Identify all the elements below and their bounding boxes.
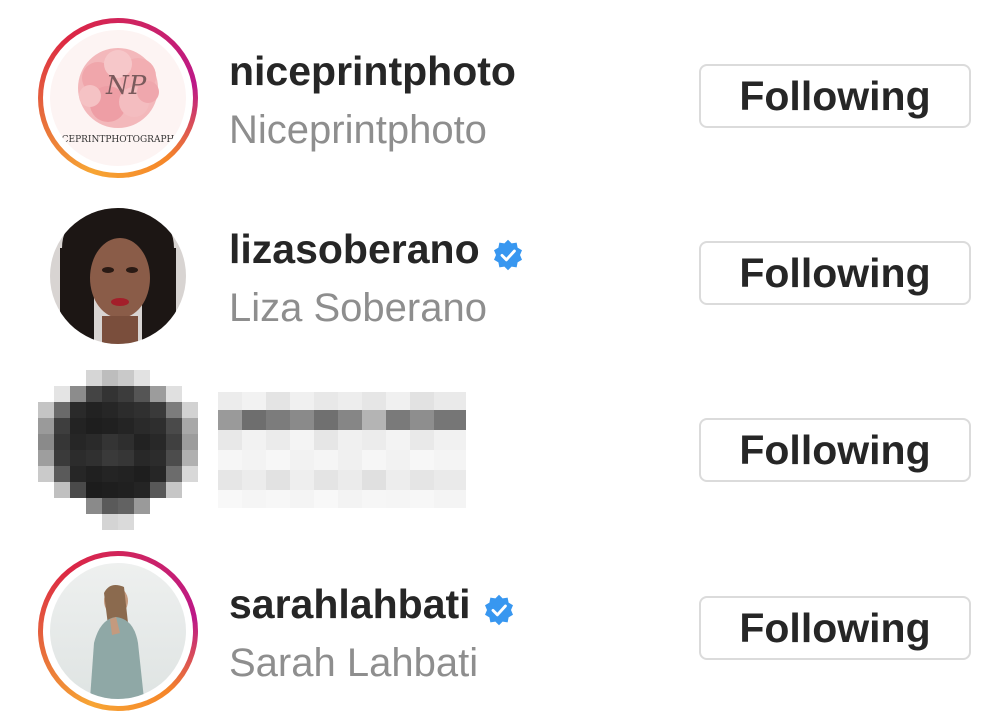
username[interactable]: lizasoberano [229, 226, 480, 273]
full-name: Sarah Lahbati [229, 641, 479, 685]
avatar-monogram: NP [105, 71, 147, 101]
pixelated-avatar-image [38, 370, 198, 530]
following-button[interactable]: Following [699, 418, 971, 482]
flower-logo-image: NP CEPRINTPHOTOGRAPH [50, 30, 186, 166]
avatar: NP CEPRINTPHOTOGRAPH [50, 30, 186, 166]
list-item: lizasoberano Liza Soberano Following [0, 186, 1000, 364]
full-name: Liza Soberano [229, 286, 487, 330]
list-item: NP CEPRINTPHOTOGRAPH niceprintphoto Nice… [0, 8, 1000, 186]
verified-badge-icon [492, 234, 524, 270]
profile-photo [50, 208, 186, 344]
avatar-wrap[interactable] [38, 196, 198, 356]
avatar [50, 208, 186, 344]
following-list: NP CEPRINTPHOTOGRAPH niceprintphoto Nice… [0, 0, 1000, 719]
redacted-name-text [218, 392, 466, 508]
avatar-story-ring[interactable] [38, 551, 198, 711]
username-row: sarahlahbati [229, 581, 515, 628]
avatar-story-ring[interactable]: NP CEPRINTPHOTOGRAPH [38, 18, 198, 178]
following-button[interactable]: Following [699, 241, 971, 305]
username[interactable]: sarahlahbati [229, 581, 471, 628]
avatar-logo-text: CEPRINTPHOTOGRAPH [62, 135, 175, 145]
list-item: sarahlahbati Sarah Lahbati Following [0, 541, 1000, 719]
username[interactable]: niceprintphoto [229, 48, 516, 95]
avatar-pixelated[interactable] [38, 370, 198, 530]
list-item-redacted: Following [0, 364, 1000, 542]
avatar [50, 563, 186, 699]
following-button[interactable]: Following [699, 64, 971, 128]
full-name: Niceprintphoto [229, 108, 487, 152]
following-button[interactable]: Following [699, 596, 971, 660]
verified-badge-icon [483, 589, 515, 625]
profile-photo [50, 563, 186, 699]
username-row: lizasoberano [229, 226, 524, 273]
